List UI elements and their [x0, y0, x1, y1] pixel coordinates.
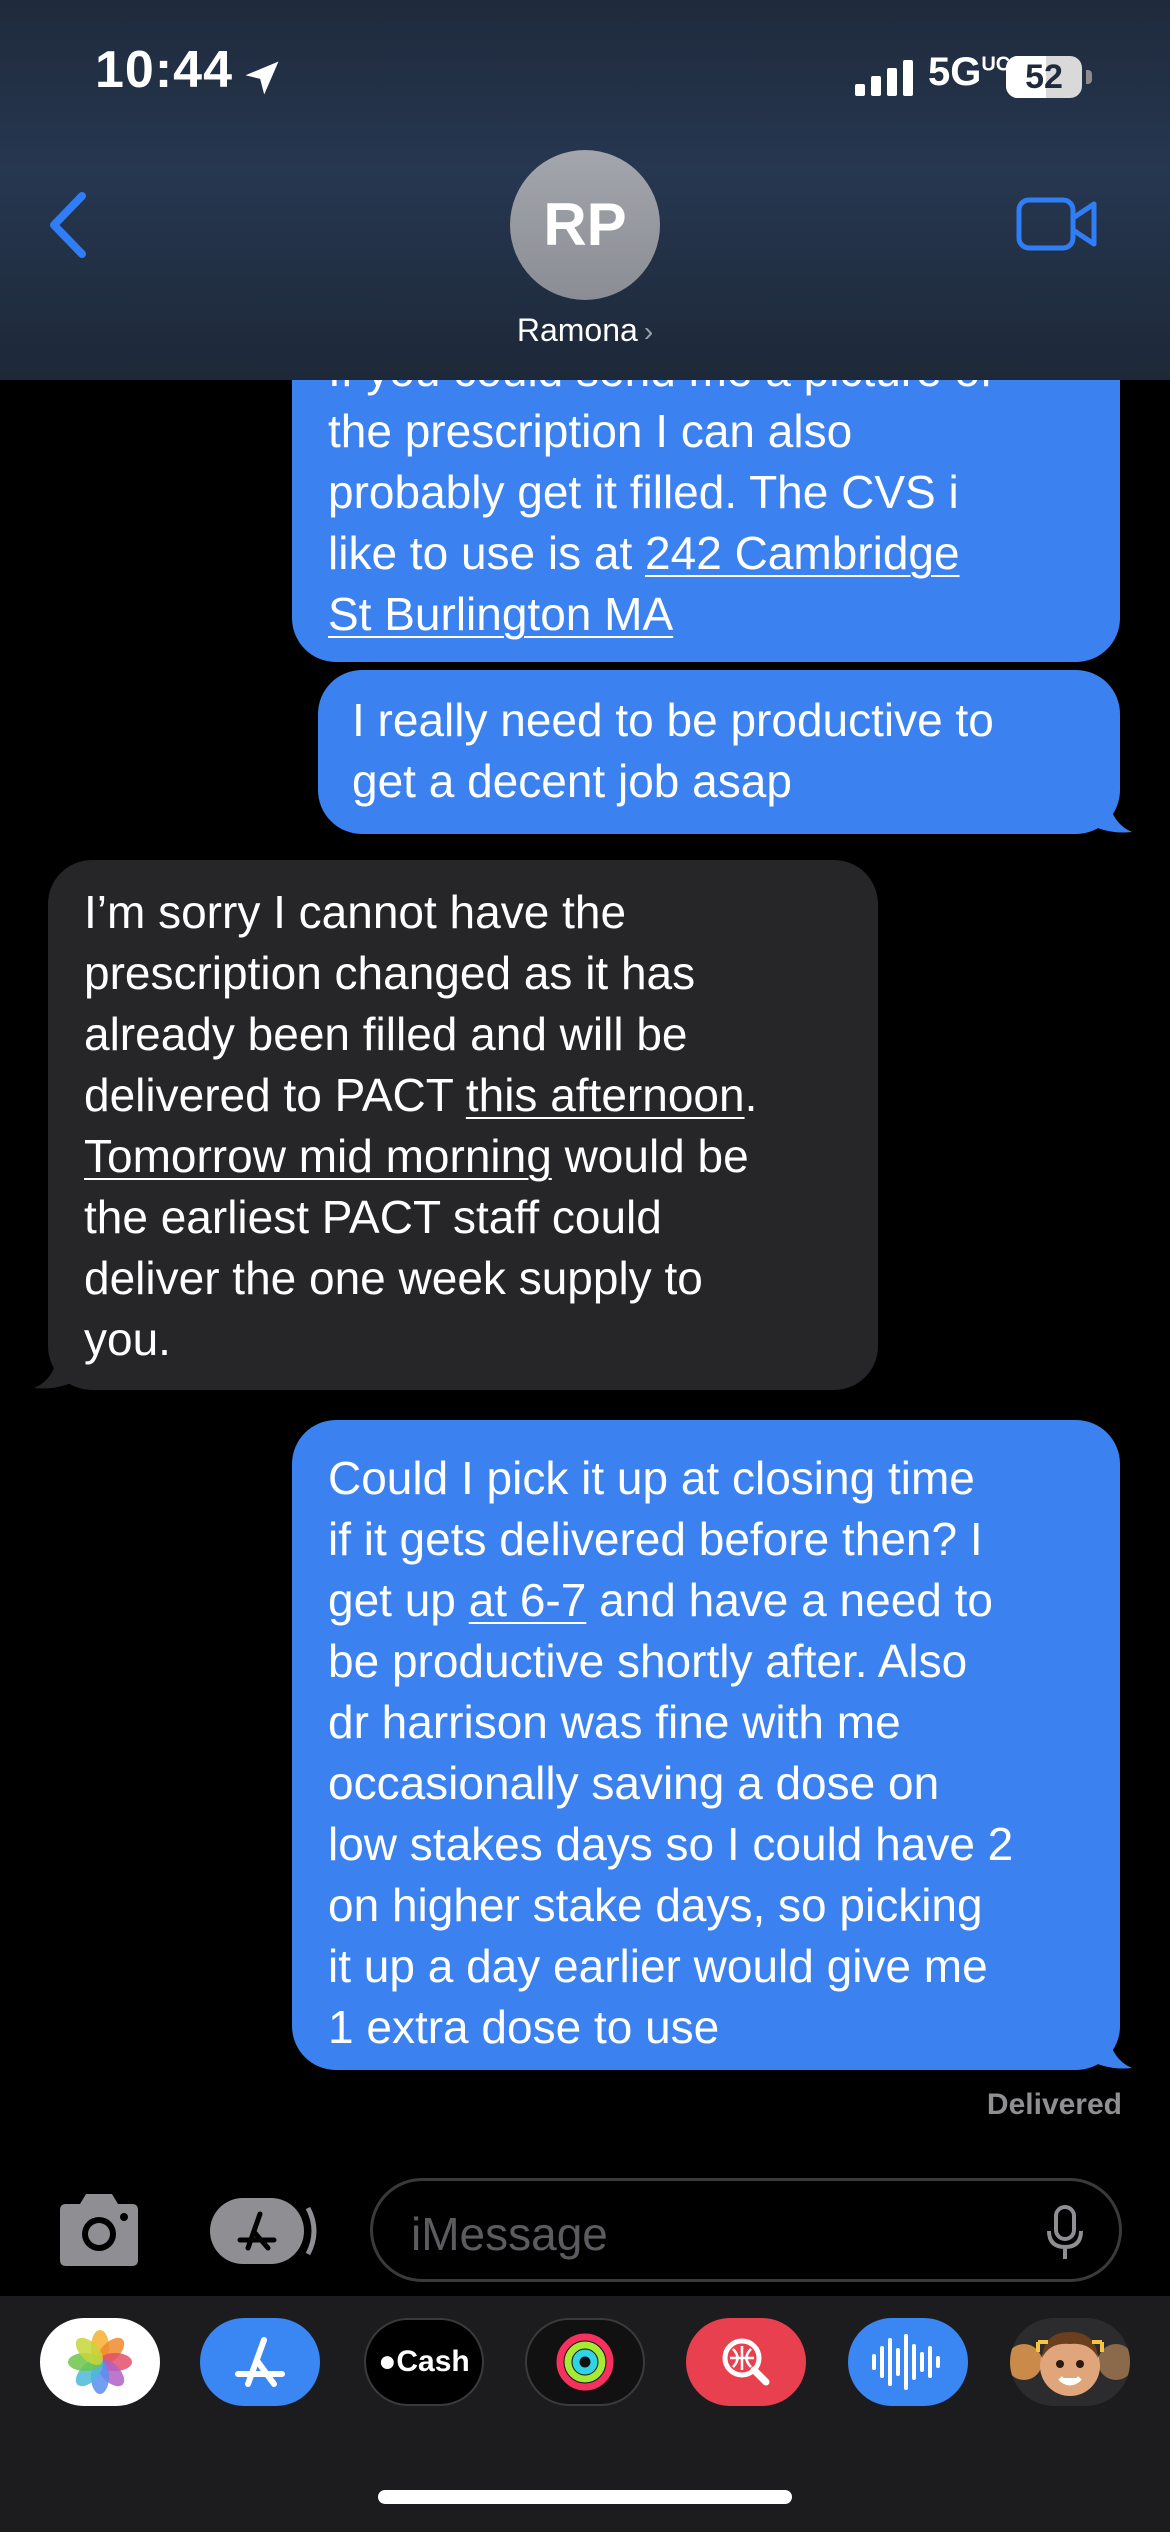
address-link[interactable]: St Burlington MA: [328, 584, 1090, 645]
microphone-icon[interactable]: [1045, 2205, 1085, 2261]
message-line: be productive shortly after. Also: [328, 1635, 968, 1687]
camera-icon[interactable]: [52, 2190, 146, 2270]
app-store-icon: [235, 2337, 285, 2387]
input-placeholder: iMessage: [411, 2208, 608, 2260]
message-line: Tomorrow mid morning would be: [84, 1130, 749, 1182]
battery-icon: 52: [1006, 56, 1092, 98]
chevron-right-icon: ›: [643, 316, 654, 347]
time-link[interactable]: this afternoon: [466, 1069, 745, 1121]
status-time: 10:44: [95, 41, 233, 99]
cellular-signal-icon: [855, 60, 913, 96]
fitness-activity-app[interactable]: [525, 2318, 645, 2406]
message-line: you.: [84, 1313, 171, 1365]
message-line: prescription changed as it has: [84, 947, 696, 999]
message-line: Could I pick it up at closing time: [328, 1452, 975, 1504]
message-line: the earliest PACT staff could: [84, 1191, 662, 1243]
message-line: get up at 6-7 and have a need to: [328, 1574, 994, 1626]
back-chevron-icon[interactable]: [44, 190, 94, 260]
app-store-app[interactable]: [200, 2318, 320, 2406]
contact-name[interactable]: Ramona ›: [0, 312, 1170, 349]
time-link[interactable]: Tomorrow mid morning: [84, 1130, 552, 1182]
message-line: the prescription I can also: [328, 405, 853, 457]
message-line: on higher stake days, so picking: [328, 1879, 983, 1931]
activity-rings-icon: [556, 2333, 614, 2391]
message-line: 1 extra dose to use: [328, 2001, 720, 2053]
message-line: I really need to be productive to: [352, 694, 994, 746]
imessage-input[interactable]: iMessage: [370, 2178, 1122, 2282]
audio-waveform-icon: [872, 2334, 940, 2390]
apple-logo-icon: ●: [378, 2345, 397, 2378]
message-line: probably get it filled. The CVS i: [328, 466, 959, 518]
image-search-icon: [722, 2338, 770, 2386]
message-bubble-received[interactable]: I’m sorry I cannot have the prescription…: [48, 860, 878, 1390]
message-line: deliver the one week supply to: [84, 1252, 703, 1304]
message-line: low stakes days so I could have 2: [328, 1818, 1014, 1870]
message-line: occasionally saving a dose on: [328, 1757, 940, 1809]
delivered-status: Delivered: [986, 2088, 1122, 2121]
photos-icon: [68, 2330, 132, 2394]
location-arrow-icon: [245, 61, 279, 95]
message-line: already been filled and will be: [84, 1008, 688, 1060]
home-indicator[interactable]: [378, 2490, 792, 2504]
bubble-tail: [1086, 2032, 1132, 2069]
battery-level: 52: [1025, 58, 1063, 96]
audio-message-app[interactable]: [848, 2318, 968, 2406]
message-line: I’m sorry I cannot have the: [84, 886, 627, 938]
message-bubble-sent[interactable]: Could I pick it up at closing time if it…: [292, 1420, 1120, 2070]
message-line: delivered to PACT this afternoon.: [84, 1069, 758, 1121]
memoji-face-icon: [1010, 2332, 1130, 2396]
facetime-video-icon[interactable]: [1016, 196, 1098, 252]
memoji-stickers-app[interactable]: [1010, 2318, 1130, 2406]
message-line: dr harrison was fine with me: [328, 1696, 901, 1748]
contact-avatar[interactable]: RP: [510, 150, 660, 300]
bubble-tail: [1086, 796, 1132, 833]
address-link[interactable]: 242 Cambridge: [645, 527, 960, 579]
apple-cash-app[interactable]: ●Cash: [364, 2318, 484, 2406]
message-line: get a decent job asap: [352, 755, 792, 807]
message-bubble-sent[interactable]: I really need to be productive to get a …: [318, 670, 1120, 834]
images-search-app[interactable]: [686, 2318, 806, 2406]
message-line: it up a day earlier would give me: [328, 1940, 988, 1992]
photos-app[interactable]: [40, 2318, 160, 2406]
network-type: 5GUC: [928, 50, 1011, 94]
cash-label: Cash: [396, 2345, 470, 2378]
app-store-apps-icon[interactable]: [208, 2196, 320, 2266]
bubble-tail: [34, 1352, 80, 1389]
message-line: if it gets delivered before then? I: [328, 1513, 983, 1565]
message-line: like to use is at 242 Cambridge: [328, 527, 960, 579]
conversation-header: 10:44 5GUC 52 RP Ramona ›: [0, 0, 1170, 380]
time-link[interactable]: at 6-7: [469, 1574, 587, 1626]
